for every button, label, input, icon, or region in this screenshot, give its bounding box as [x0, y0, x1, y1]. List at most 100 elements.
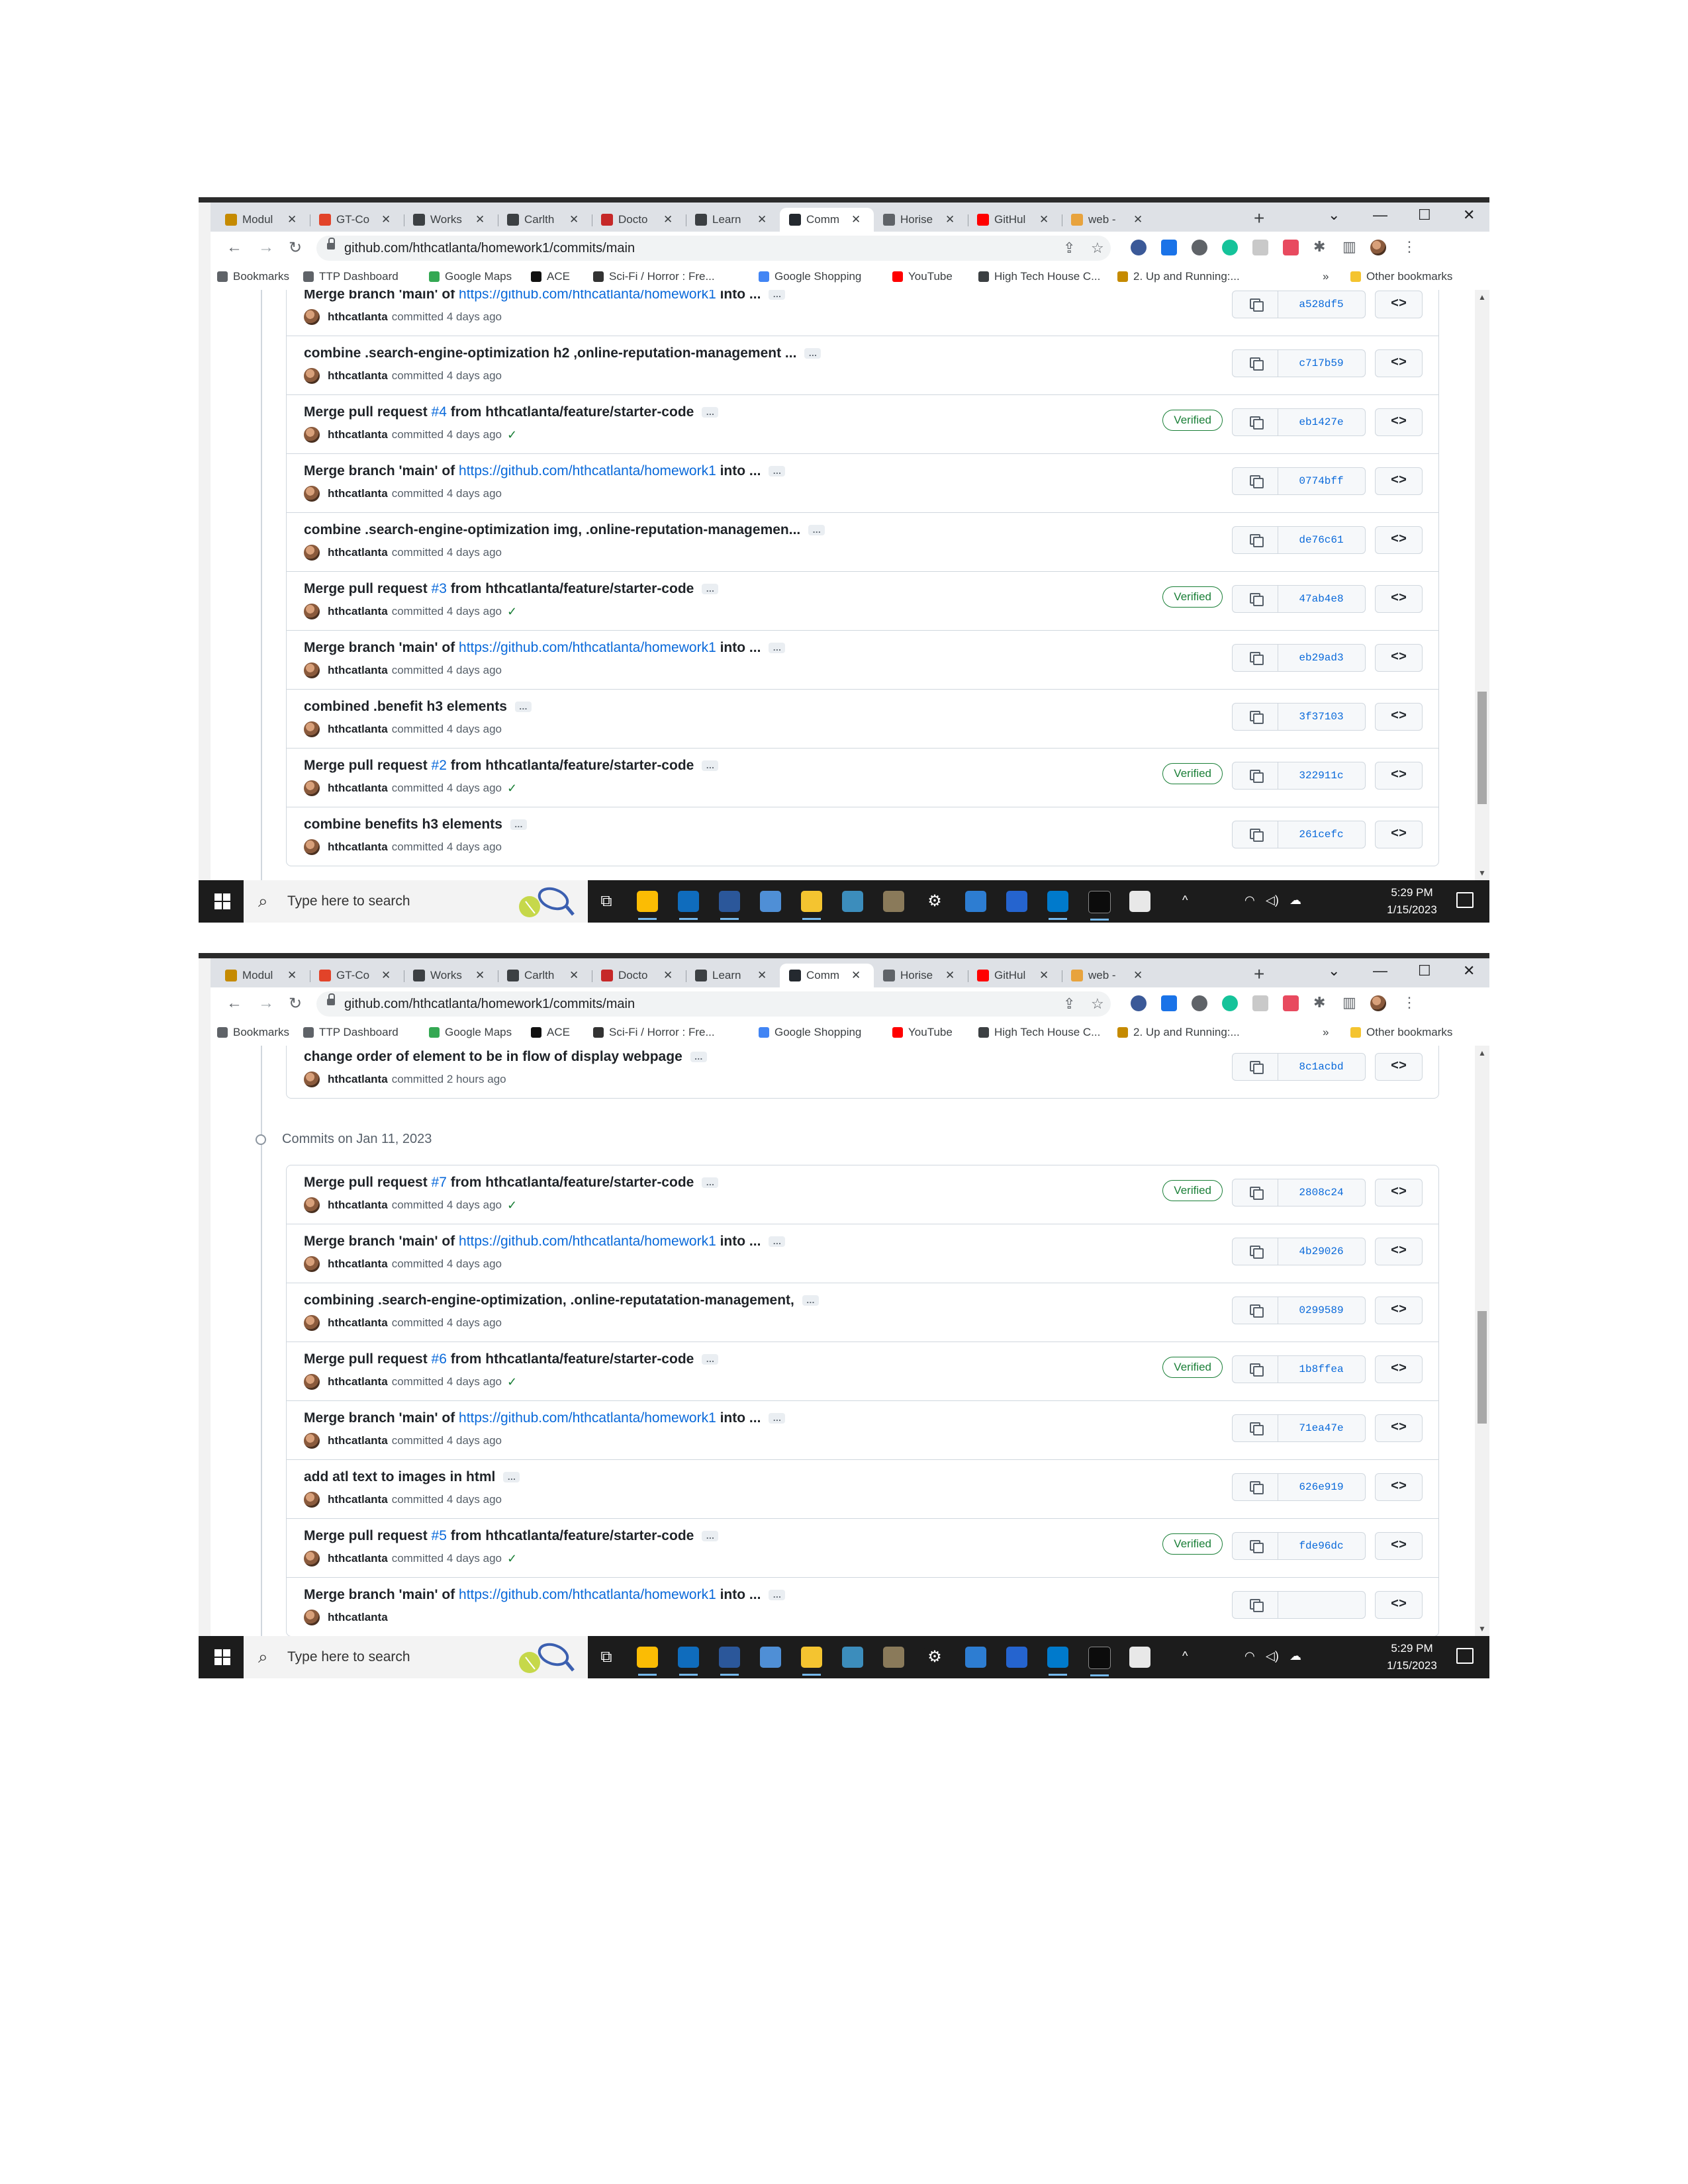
copy-sha-button[interactable] [1233, 1592, 1278, 1618]
browse-repo-button[interactable]: <> [1375, 703, 1423, 731]
maximize-button[interactable]: ☐ [1418, 962, 1431, 979]
tab-close-icon[interactable]: ✕ [287, 969, 297, 982]
grammarly-icon[interactable] [1222, 240, 1238, 255]
commit-author[interactable]: hthcatlanta [328, 605, 388, 618]
extension-icon[interactable] [1131, 995, 1147, 1011]
commit-message[interactable]: Merge pull request #3 from hthcatlanta/f… [304, 581, 719, 597]
share-icon[interactable]: ⇪ [1063, 240, 1075, 257]
browser-tab[interactable]: Works ✕ [404, 208, 498, 232]
commit-author[interactable]: hthcatlanta [328, 664, 388, 677]
expand-message-button[interactable]: … [769, 643, 786, 654]
commit-message-text[interactable]: from hthcatlanta/feature/starter-code [447, 581, 694, 596]
browser-tab[interactable]: Docto ✕ [592, 208, 686, 232]
minimize-button[interactable]: — [1373, 962, 1387, 979]
copy-sha-button[interactable] [1233, 1533, 1278, 1559]
tab-close-icon[interactable]: ✕ [569, 213, 579, 226]
expand-message-button[interactable]: … [702, 760, 719, 772]
copy-sha-button[interactable] [1233, 409, 1278, 435]
back-arrow-icon[interactable]: ← [226, 994, 242, 1013]
bookmark-item[interactable]: Bookmarks [217, 1026, 289, 1039]
browse-repo-button[interactable]: <> [1375, 821, 1423, 848]
taskbar-search-box[interactable]: ⌕ Type here to search [244, 1636, 588, 1678]
slack-icon[interactable] [1129, 891, 1150, 912]
calendar-icon[interactable] [965, 1647, 986, 1668]
bookmark-item[interactable]: TTP Dashboard [303, 270, 399, 283]
checkmark-icon[interactable]: ✓ [507, 428, 517, 442]
tab-close-icon[interactable]: ✕ [851, 969, 861, 982]
commit-message-text[interactable]: from hthcatlanta/feature/starter-code [447, 758, 694, 773]
author-avatar[interactable] [304, 1374, 320, 1390]
tab-close-icon[interactable]: ✕ [757, 969, 767, 982]
commit-message-link[interactable]: https://github.com/hthcatlanta/homework1 [459, 640, 716, 655]
photos-icon[interactable] [842, 1647, 863, 1668]
commit-message-text[interactable]: into ... [716, 1587, 761, 1602]
commit-message-text[interactable]: Merge pull request [304, 1351, 432, 1367]
bookmark-star-icon[interactable]: ☆ [1091, 240, 1104, 257]
commit-message-text[interactable]: Merge pull request [304, 1175, 432, 1190]
browser-tab[interactable]: GT-Co ✕ [310, 964, 404, 987]
wifi-icon[interactable]: ◠ [1244, 1649, 1255, 1663]
close-window-button[interactable]: ✕ [1463, 962, 1475, 979]
browse-repo-button[interactable]: <> [1375, 762, 1423, 790]
notifications-icon[interactable] [1456, 1648, 1474, 1664]
extension-icon[interactable] [1252, 240, 1268, 255]
taskbar-clock[interactable]: 5:29 PM 1/15/2023 [1382, 1640, 1442, 1674]
commit-message-text[interactable]: combining .search-engine-optimization, .… [304, 1293, 794, 1308]
bookmark-item[interactable]: Google Shopping [759, 1026, 861, 1039]
scrollbar-thumb[interactable] [1477, 692, 1487, 804]
vscode-icon[interactable] [1047, 891, 1068, 920]
commit-author[interactable]: hthcatlanta [328, 428, 388, 441]
commit-message[interactable]: Merge pull request #2 from hthcatlanta/f… [304, 758, 719, 774]
commit-sha-link[interactable]: 8c1acbd [1278, 1054, 1365, 1080]
commit-author[interactable]: hthcatlanta [328, 546, 388, 559]
tab-search-chevron-icon[interactable]: ⌄ [1328, 206, 1340, 224]
commit-message-text[interactable]: Merge pull request [304, 581, 432, 596]
verified-badge[interactable]: Verified [1162, 586, 1223, 608]
browser-tab[interactable]: Horise ✕ [874, 208, 968, 232]
browse-repo-button[interactable]: <> [1375, 1532, 1423, 1560]
calculator-icon[interactable] [760, 891, 781, 912]
expand-message-button[interactable]: … [769, 290, 786, 300]
tab-close-icon[interactable]: ✕ [475, 213, 485, 226]
commit-message[interactable]: combine .search-engine-optimization img,… [304, 522, 825, 538]
extension-icon[interactable] [1131, 240, 1147, 255]
browser-tab[interactable]: Carlth ✕ [498, 964, 592, 987]
browser-tab[interactable]: Horise ✕ [874, 964, 968, 987]
commit-message-link[interactable]: #3 [432, 581, 447, 596]
bookmarks-overflow[interactable]: » [1323, 270, 1329, 283]
copy-sha-button[interactable] [1233, 350, 1278, 377]
commit-author[interactable]: hthcatlanta [328, 841, 388, 854]
tray-chevron-icon[interactable]: ^ [1182, 893, 1188, 907]
commit-message-text[interactable]: from hthcatlanta/feature/starter-code [447, 404, 694, 420]
commit-author[interactable]: hthcatlanta [328, 1493, 388, 1506]
browse-repo-button[interactable]: <> [1375, 1355, 1423, 1383]
extensions-puzzle-icon[interactable]: ✱ [1313, 994, 1325, 1011]
outlook-icon[interactable] [678, 891, 699, 920]
extension-icon[interactable] [1161, 995, 1177, 1011]
extension-icon[interactable] [1283, 240, 1299, 255]
commit-author[interactable]: hthcatlanta [328, 310, 388, 324]
commit-message[interactable]: Merge pull request #6 from hthcatlanta/f… [304, 1351, 719, 1367]
commit-author[interactable]: hthcatlanta [328, 1316, 388, 1330]
gimp-icon[interactable] [883, 891, 904, 912]
forward-arrow-icon[interactable]: → [258, 238, 274, 257]
browser-tab[interactable]: Learn ✕ [686, 964, 780, 987]
verified-badge[interactable]: Verified [1162, 1533, 1223, 1555]
commit-message[interactable]: combine benefits h3 elements… [304, 817, 527, 833]
commit-sha-link[interactable]: 0299589 [1278, 1297, 1365, 1324]
author-avatar[interactable] [304, 721, 320, 737]
browser-tab[interactable]: Comm ✕ [780, 964, 874, 987]
commit-message-text[interactable]: combine .search-engine-optimization img,… [304, 522, 800, 537]
tab-close-icon[interactable]: ✕ [757, 213, 767, 226]
tab-close-icon[interactable]: ✕ [1133, 969, 1143, 982]
commit-sha-link[interactable]: a528df5 [1278, 291, 1365, 318]
photos-icon[interactable] [842, 891, 863, 912]
commit-message[interactable]: Merge branch 'main' of https://github.co… [304, 1410, 786, 1426]
bookmarks-overflow[interactable]: » [1323, 1026, 1329, 1039]
taskbar-search-box[interactable]: ⌕ Type here to search [244, 880, 588, 923]
word-icon[interactable] [719, 891, 740, 920]
commit-sha-link[interactable]: 322911c [1278, 762, 1365, 789]
bookmark-item[interactable]: Google Maps [429, 270, 512, 283]
extension-icon[interactable] [1252, 995, 1268, 1011]
commit-message-text[interactable]: change order of element to be in flow of… [304, 1049, 682, 1064]
